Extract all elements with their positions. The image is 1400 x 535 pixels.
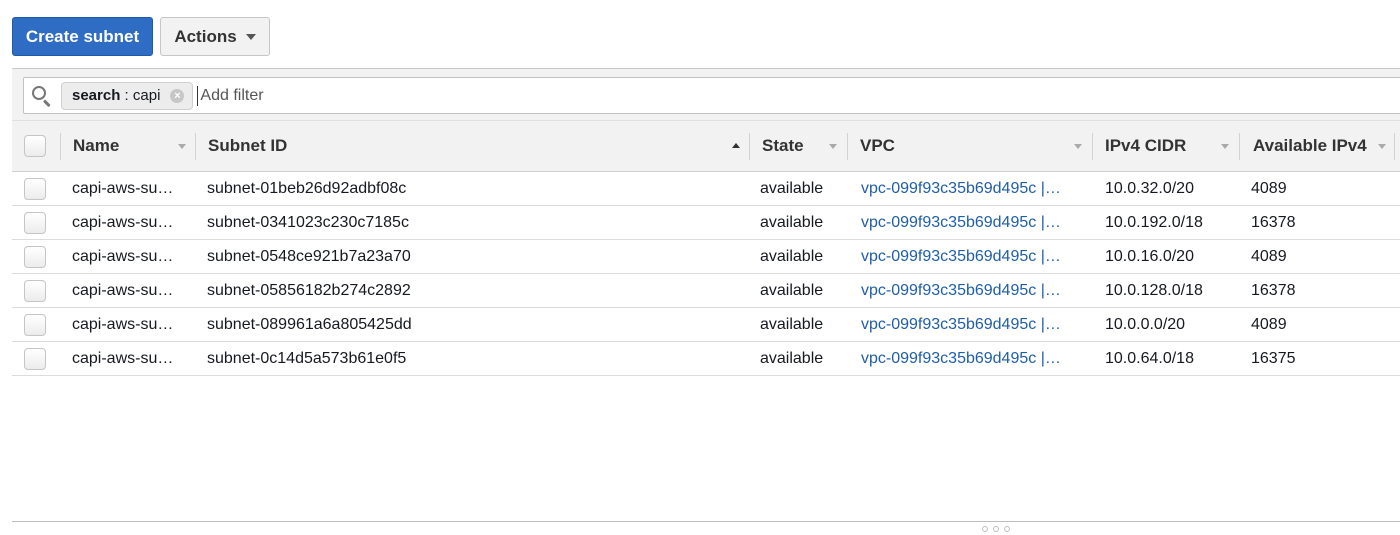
panel-divider bbox=[12, 521, 1400, 522]
cell-state: available bbox=[760, 349, 824, 367]
filter-area: search : capi × bbox=[12, 69, 1400, 121]
column-header-subnet-id-label: Subnet ID bbox=[208, 136, 288, 155]
table-row[interactable]: capi-aws-su… subnet-0341023c230c7185c av… bbox=[12, 206, 1400, 240]
add-filter-input[interactable] bbox=[197, 85, 598, 106]
header-select-all bbox=[24, 121, 46, 171]
cell-ipv4-cidr: 10.0.32.0/20 bbox=[1105, 179, 1194, 197]
cell-vpc-link[interactable]: vpc-099f93c35b69d495c |… bbox=[861, 274, 1061, 307]
create-subnet-button[interactable]: Create subnet bbox=[12, 17, 153, 56]
row-checkbox[interactable] bbox=[24, 279, 46, 302]
cell-name: capi-aws-su… bbox=[72, 281, 174, 299]
cell-state: available bbox=[760, 247, 824, 265]
cell-subnet-id: subnet-089961a6a805425dd bbox=[207, 315, 412, 333]
chevron-down-icon[interactable] bbox=[1221, 144, 1229, 149]
sort-ascending-icon[interactable] bbox=[732, 143, 740, 148]
cell-subnet-id: subnet-0c14d5a573b61e0f5 bbox=[207, 349, 407, 367]
column-header-ipv4-cidr-label: IPv4 CIDR bbox=[1105, 136, 1187, 155]
resize-handle-icon[interactable] bbox=[982, 526, 1010, 532]
column-header-subnet-id[interactable]: Subnet ID bbox=[208, 121, 287, 171]
cell-vpc-link[interactable]: vpc-099f93c35b69d495c |… bbox=[861, 172, 1061, 205]
row-checkbox[interactable] bbox=[24, 211, 46, 234]
cell-vpc-link[interactable]: vpc-099f93c35b69d495c |… bbox=[861, 342, 1061, 375]
subnets-panel: search : capi × Name Subnet ID S bbox=[12, 68, 1400, 377]
cell-available-ipv4: 16375 bbox=[1251, 349, 1296, 367]
table-row[interactable]: capi-aws-su… subnet-0548ce921b7a23a70 av… bbox=[12, 240, 1400, 274]
clear-token-icon[interactable]: × bbox=[170, 88, 185, 103]
table-row[interactable]: capi-aws-su… subnet-0c14d5a573b61e0f5 av… bbox=[12, 342, 1400, 376]
table-row[interactable]: capi-aws-su… subnet-089961a6a805425dd av… bbox=[12, 308, 1400, 342]
cell-ipv4-cidr: 10.0.192.0/18 bbox=[1105, 213, 1203, 231]
filter-token-separator: : bbox=[120, 87, 133, 104]
row-checkbox[interactable] bbox=[24, 245, 46, 268]
cell-available-ipv4: 16378 bbox=[1251, 281, 1296, 299]
table-header: Name Subnet ID State VPC IPv4 CIDR Avail… bbox=[12, 121, 1400, 172]
cell-ipv4-cidr: 10.0.128.0/18 bbox=[1105, 281, 1203, 299]
chevron-down-icon bbox=[245, 34, 256, 40]
cell-vpc-link[interactable]: vpc-099f93c35b69d495c |… bbox=[861, 308, 1061, 341]
cell-vpc-link[interactable]: vpc-099f93c35b69d495c |… bbox=[861, 206, 1061, 239]
column-header-state-label: State bbox=[762, 136, 804, 155]
cell-name: capi-aws-su… bbox=[72, 213, 174, 231]
cell-state: available bbox=[760, 281, 824, 299]
column-header-available-ipv4[interactable]: Available IPv4 bbox=[1253, 121, 1367, 171]
chevron-down-icon[interactable] bbox=[178, 144, 186, 149]
cell-available-ipv4: 4089 bbox=[1251, 247, 1287, 265]
cell-available-ipv4: 4089 bbox=[1251, 315, 1287, 333]
cell-ipv4-cidr: 10.0.0.0/20 bbox=[1105, 315, 1186, 333]
column-header-vpc[interactable]: VPC bbox=[860, 121, 895, 171]
cell-subnet-id: subnet-01beb26d92adbf08c bbox=[207, 179, 407, 197]
subnets-table: Name Subnet ID State VPC IPv4 CIDR Avail… bbox=[12, 121, 1400, 376]
row-checkbox[interactable] bbox=[24, 313, 46, 336]
cell-subnet-id: subnet-0341023c230c7185c bbox=[207, 213, 409, 231]
table-row[interactable]: capi-aws-su… subnet-05856182b274c2892 av… bbox=[12, 274, 1400, 308]
actions-label: Actions bbox=[174, 26, 237, 46]
cell-state: available bbox=[760, 213, 824, 231]
column-header-name-label: Name bbox=[73, 136, 120, 155]
column-header-state[interactable]: State bbox=[762, 121, 804, 171]
search-icon bbox=[31, 85, 53, 107]
create-subnet-label: Create subnet bbox=[25, 26, 140, 46]
cell-name: capi-aws-su… bbox=[72, 247, 174, 265]
cell-available-ipv4: 16378 bbox=[1251, 213, 1296, 231]
cell-state: available bbox=[760, 179, 824, 197]
actions-dropdown-button[interactable]: Actions bbox=[160, 17, 270, 56]
column-header-ipv4-cidr[interactable]: IPv4 CIDR bbox=[1105, 121, 1186, 171]
cell-available-ipv4: 4089 bbox=[1251, 179, 1287, 197]
row-checkbox[interactable] bbox=[24, 177, 46, 200]
cell-vpc-link[interactable]: vpc-099f93c35b69d495c |… bbox=[861, 240, 1061, 273]
column-header-available-ipv4-label: Available IPv4 bbox=[1253, 136, 1367, 155]
chevron-down-icon[interactable] bbox=[829, 144, 837, 149]
column-header-vpc-label: VPC bbox=[860, 136, 895, 155]
filter-token[interactable]: search : capi × bbox=[61, 81, 194, 110]
select-all-checkbox[interactable] bbox=[24, 135, 46, 157]
row-checkbox[interactable] bbox=[24, 347, 46, 370]
table-row[interactable]: capi-aws-su… subnet-01beb26d92adbf08c av… bbox=[12, 172, 1400, 206]
chevron-down-icon[interactable] bbox=[1378, 144, 1386, 149]
cell-state: available bbox=[760, 315, 824, 333]
cell-ipv4-cidr: 10.0.64.0/18 bbox=[1105, 349, 1194, 367]
cell-ipv4-cidr: 10.0.16.0/20 bbox=[1105, 247, 1194, 265]
filter-token-value: capi bbox=[132, 87, 161, 104]
cell-name: capi-aws-su… bbox=[72, 179, 174, 197]
cell-subnet-id: subnet-0548ce921b7a23a70 bbox=[207, 247, 411, 265]
filter-bar[interactable]: search : capi × bbox=[23, 77, 1400, 114]
chevron-down-icon[interactable] bbox=[1074, 144, 1082, 149]
toolbar: Create subnet Actions bbox=[12, 17, 270, 56]
table-body: capi-aws-su… subnet-01beb26d92adbf08c av… bbox=[12, 172, 1400, 376]
cell-name: capi-aws-su… bbox=[72, 315, 174, 333]
cell-subnet-id: subnet-05856182b274c2892 bbox=[207, 281, 411, 299]
cell-name: capi-aws-su… bbox=[72, 349, 174, 367]
filter-token-key: search bbox=[72, 87, 121, 104]
column-header-name[interactable]: Name bbox=[73, 121, 119, 171]
